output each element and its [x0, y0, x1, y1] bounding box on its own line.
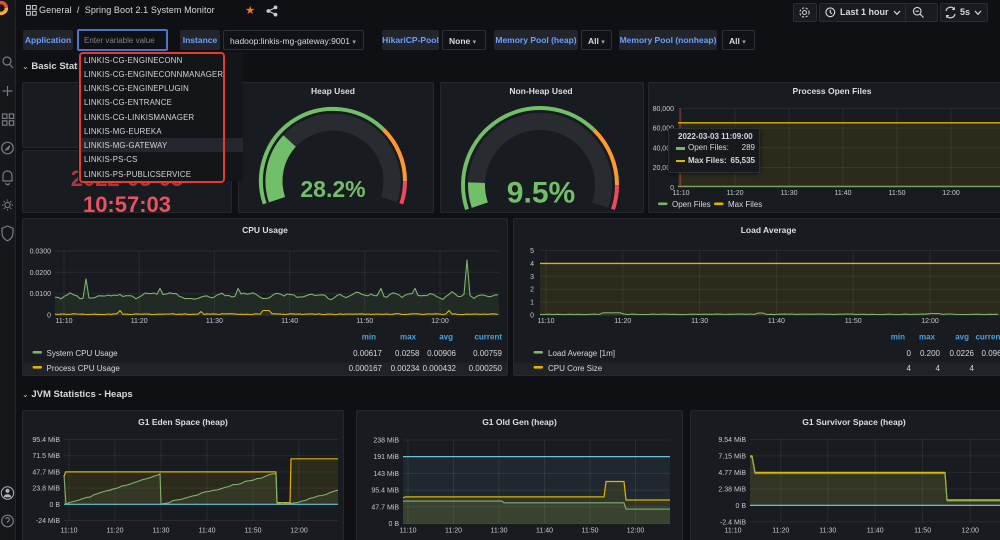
svg-text:0.0226: 0.0226	[950, 349, 975, 358]
svg-text:11:20: 11:20	[131, 318, 148, 325]
svg-text:11:20: 11:20	[772, 528, 789, 535]
svg-text:191 MiB: 191 MiB	[373, 454, 399, 461]
svg-text:Max Files: Max Files	[728, 200, 762, 209]
svg-text:11:20: 11:20	[107, 528, 124, 535]
svg-text:0: 0	[907, 349, 912, 358]
svg-text:Load Average [1m]: Load Average [1m]	[548, 349, 615, 358]
svg-text:11:40: 11:40	[536, 528, 553, 535]
svg-text:2: 2	[530, 287, 534, 294]
svg-text:avg: avg	[955, 333, 969, 342]
svg-text:11:50: 11:50	[914, 528, 931, 535]
svg-text:3: 3	[530, 274, 534, 281]
svg-text:0.00759: 0.00759	[473, 349, 502, 358]
svg-text:11:50: 11:50	[889, 190, 906, 197]
svg-text:0.00234: 0.00234	[391, 364, 420, 373]
svg-text:12:00: 12:00	[921, 318, 939, 325]
svg-text:11:30: 11:30	[491, 528, 508, 535]
svg-text:11:30: 11:30	[691, 318, 708, 325]
svg-text:11:40: 11:40	[867, 528, 884, 535]
svg-text:0.00617: 0.00617	[353, 349, 382, 358]
svg-text:avg: avg	[439, 333, 453, 342]
svg-text:11:30: 11:30	[819, 528, 836, 535]
svg-text:11:20: 11:20	[727, 190, 744, 197]
svg-text:0.0200: 0.0200	[30, 270, 52, 277]
svg-text:12:00: 12:00	[431, 318, 449, 325]
svg-text:80,000: 80,000	[653, 106, 675, 113]
svg-text:11:30: 11:30	[206, 318, 223, 325]
svg-text:95.4 MiB: 95.4 MiB	[32, 437, 60, 444]
svg-text:11:30: 11:30	[153, 528, 170, 535]
svg-text:9.5%: 9.5%	[507, 177, 575, 210]
svg-text:0: 0	[530, 313, 534, 320]
svg-text:4: 4	[936, 364, 941, 373]
svg-text:CPU Core Size: CPU Core Size	[548, 364, 603, 373]
svg-text:4: 4	[530, 261, 534, 268]
svg-text:11:10: 11:10	[400, 528, 417, 535]
svg-text:min: min	[362, 333, 376, 342]
svg-text:4: 4	[970, 364, 975, 373]
svg-text:0.000432: 0.000432	[423, 364, 457, 373]
svg-text:11:10: 11:10	[673, 190, 690, 197]
svg-text:-24 MiB: -24 MiB	[36, 518, 60, 525]
svg-text:11:50: 11:50	[845, 318, 862, 325]
svg-text:11:50: 11:50	[245, 528, 262, 535]
svg-text:0.200: 0.200	[920, 349, 941, 358]
svg-text:12:00: 12:00	[290, 528, 308, 535]
svg-text:0.00906: 0.00906	[427, 349, 456, 358]
svg-text:11:10: 11:10	[725, 528, 742, 535]
svg-text:7.15 MiB: 7.15 MiB	[718, 453, 746, 460]
svg-text:0.0961: 0.0961	[982, 349, 1000, 358]
svg-text:11:50: 11:50	[356, 318, 373, 325]
svg-text:0.0258: 0.0258	[395, 349, 420, 358]
svg-text:12:00: 12:00	[942, 190, 960, 197]
svg-text:-2.4 MiB: -2.4 MiB	[720, 519, 746, 526]
svg-text:28.2%: 28.2%	[300, 176, 365, 202]
svg-text:11:40: 11:40	[768, 318, 785, 325]
svg-text:71.5 MiB: 71.5 MiB	[32, 453, 60, 460]
svg-text:0.0300: 0.0300	[30, 249, 52, 256]
svg-text:11:10: 11:10	[61, 528, 78, 535]
svg-text:Process CPU Usage: Process CPU Usage	[47, 364, 121, 373]
svg-text:0 B: 0 B	[388, 521, 399, 528]
svg-text:current: current	[975, 333, 1000, 342]
svg-text:0.0100: 0.0100	[30, 291, 52, 298]
svg-text:max: max	[919, 333, 936, 342]
svg-text:11:50: 11:50	[582, 528, 599, 535]
svg-text:current: current	[474, 333, 502, 342]
svg-text:5: 5	[530, 248, 534, 255]
svg-text:11:20: 11:20	[614, 318, 631, 325]
svg-text:1: 1	[530, 300, 534, 307]
svg-text:max: max	[400, 333, 417, 342]
svg-text:12:00: 12:00	[627, 528, 645, 535]
svg-text:11:40: 11:40	[835, 190, 852, 197]
svg-text:23.8 MiB: 23.8 MiB	[32, 486, 60, 493]
svg-text:4.77 MiB: 4.77 MiB	[718, 470, 746, 477]
svg-text:238 MiB: 238 MiB	[373, 438, 399, 445]
svg-text:11:20: 11:20	[445, 528, 462, 535]
svg-text:System CPU Usage: System CPU Usage	[47, 349, 119, 358]
svg-text:47.7 MiB: 47.7 MiB	[371, 504, 399, 511]
svg-text:143 MiB: 143 MiB	[373, 471, 399, 478]
svg-text:12:00: 12:00	[961, 528, 979, 535]
svg-text:2.38 MiB: 2.38 MiB	[718, 486, 746, 493]
svg-text:9.54 MiB: 9.54 MiB	[718, 437, 746, 444]
svg-text:Open Files: Open Files	[672, 200, 711, 209]
svg-text:11:10: 11:10	[56, 318, 73, 325]
svg-text:0 B: 0 B	[49, 502, 60, 509]
svg-text:0.000250: 0.000250	[469, 364, 503, 373]
svg-text:min: min	[891, 333, 905, 342]
svg-text:47.7 MiB: 47.7 MiB	[32, 469, 60, 476]
svg-text:0 B: 0 B	[735, 503, 746, 510]
svg-text:0: 0	[47, 313, 51, 320]
svg-text:11:30: 11:30	[781, 190, 798, 197]
svg-text:4: 4	[907, 364, 912, 373]
svg-text:95.4 MiB: 95.4 MiB	[371, 488, 399, 495]
svg-text:11:40: 11:40	[281, 318, 298, 325]
svg-text:0.000167: 0.000167	[349, 364, 383, 373]
svg-text:11:10: 11:10	[538, 318, 555, 325]
svg-text:11:40: 11:40	[199, 528, 216, 535]
